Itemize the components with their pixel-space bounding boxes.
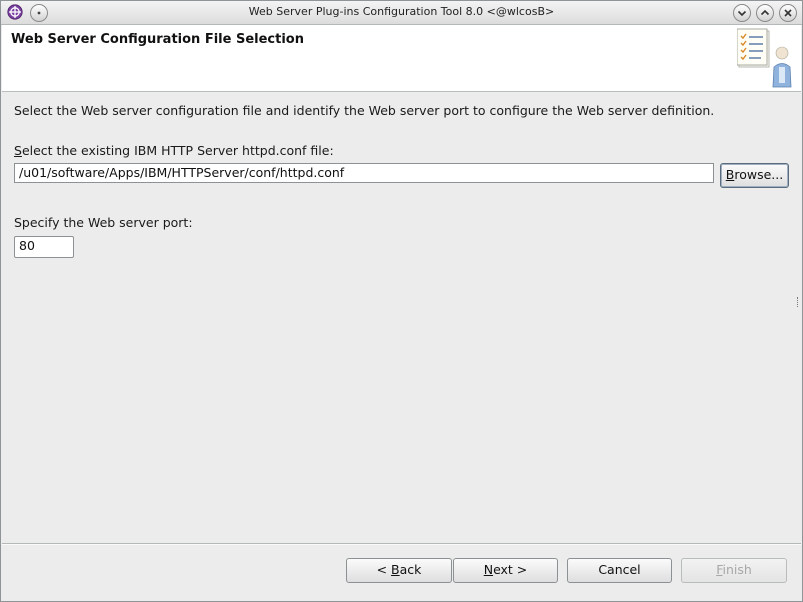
resize-grip[interactable]	[797, 297, 800, 307]
footer-separator	[2, 543, 801, 545]
finish-button[interactable]: Finish	[681, 558, 787, 583]
browse-label: rowse...	[734, 167, 784, 182]
back-mnemonic: B	[391, 562, 400, 577]
instructions-text: Select the Web server configuration file…	[14, 103, 715, 118]
wizard-window: Web Server Plug-ins Configuration Tool 8…	[0, 0, 803, 602]
title-bar: Web Server Plug-ins Configuration Tool 8…	[1, 1, 802, 25]
back-button[interactable]: < Back	[346, 558, 452, 583]
config-label-text: elect the existing IBM HTTP Server httpd…	[21, 143, 334, 158]
back-label: ack	[399, 562, 422, 577]
config-file-label: Select the existing IBM HTTP Server http…	[14, 143, 334, 158]
port-label: Specify the Web server port:	[14, 215, 193, 230]
browse-button[interactable]: Browse...	[720, 163, 789, 188]
back-prefix: <	[376, 562, 392, 577]
config-label-mnemonic: S	[14, 143, 22, 158]
cancel-button[interactable]: Cancel	[567, 558, 672, 583]
maximize-icon[interactable]	[756, 4, 774, 22]
minimize-icon[interactable]	[733, 4, 751, 22]
next-label: ext >	[493, 562, 528, 577]
close-icon[interactable]	[779, 4, 797, 22]
finish-label: inish	[722, 562, 752, 577]
page-title: Web Server Configuration File Selection	[11, 32, 304, 47]
next-button[interactable]: Next >	[453, 558, 558, 583]
config-file-path-input[interactable]: /u01/software/Apps/IBM/HTTPServer/conf/h…	[14, 163, 714, 183]
window-title: Web Server Plug-ins Configuration Tool 8…	[248, 5, 555, 18]
header-banner: Web Server Configuration File Selection	[2, 25, 801, 92]
next-mnemonic: N	[483, 562, 494, 577]
port-input[interactable]: 80	[14, 236, 74, 258]
checklist-person-icon	[737, 28, 792, 88]
